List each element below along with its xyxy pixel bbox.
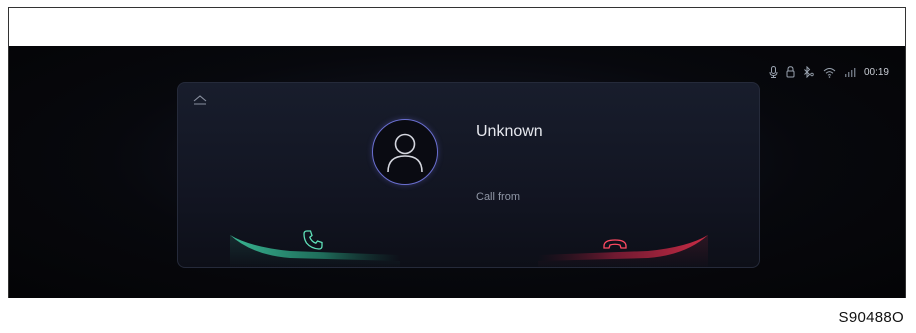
decline-call-button[interactable] bbox=[538, 225, 708, 267]
bluetooth-icon bbox=[803, 66, 815, 78]
call-status-label: Call from bbox=[476, 191, 521, 203]
infotainment-screen: 00:19 Unknown Call from bbox=[9, 46, 905, 298]
clock-time: 00:19 bbox=[863, 66, 889, 78]
caller-name: Unknown bbox=[476, 123, 543, 140]
incoming-call-card: Unknown Call from bbox=[177, 82, 760, 268]
collapse-button[interactable] bbox=[192, 93, 208, 105]
person-icon bbox=[387, 133, 423, 173]
answer-call-button[interactable] bbox=[230, 225, 400, 267]
microphone-icon bbox=[769, 66, 778, 78]
signal-icon bbox=[844, 67, 856, 78]
figure-code: S90488O bbox=[838, 309, 904, 326]
wifi-icon bbox=[823, 67, 836, 78]
lock-icon bbox=[786, 66, 795, 78]
caller-avatar bbox=[372, 119, 438, 185]
chevron-up-icon bbox=[193, 95, 207, 105]
phone-answer-icon bbox=[303, 230, 323, 250]
status-bar: 00:19 bbox=[769, 64, 889, 80]
phone-hangup-icon bbox=[603, 239, 627, 249]
